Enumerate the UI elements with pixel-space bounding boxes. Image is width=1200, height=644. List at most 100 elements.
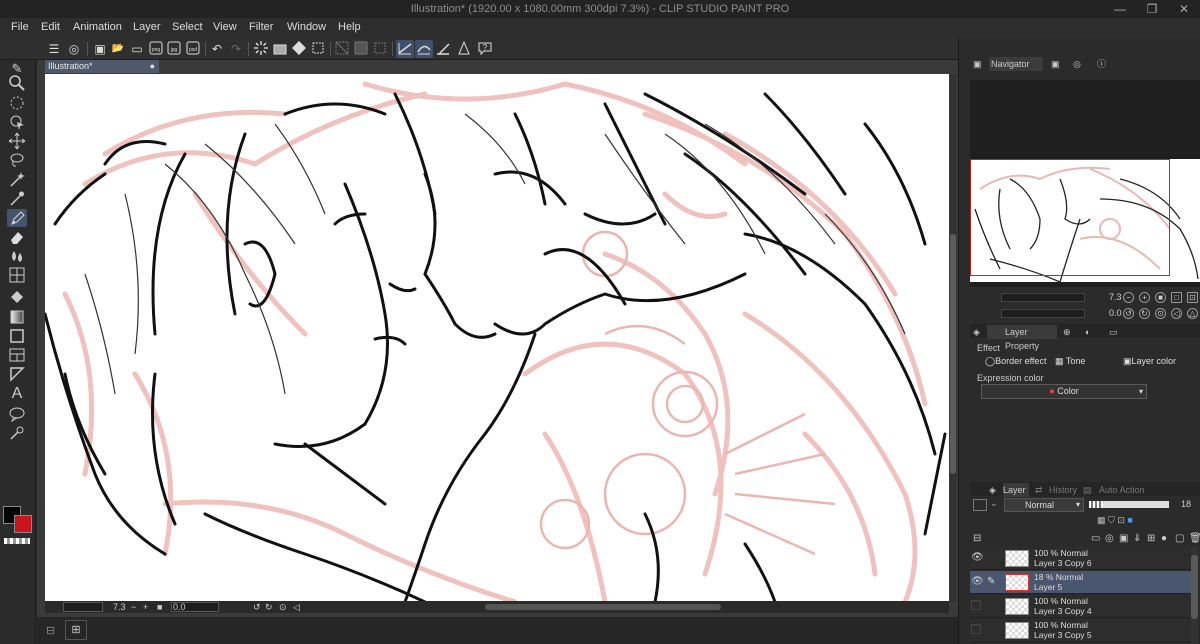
layer-list-scrollbar[interactable] bbox=[1191, 547, 1198, 644]
export-png-icon[interactable]: jpg bbox=[165, 40, 183, 58]
figure-icon[interactable] bbox=[7, 266, 27, 284]
fill-icon[interactable] bbox=[271, 40, 289, 58]
navigator-fit-window-icon[interactable]: ⊡ bbox=[1187, 292, 1198, 303]
clear-icon[interactable] bbox=[252, 40, 270, 58]
tab-layer-property[interactable]: Layer Property bbox=[987, 325, 1057, 351]
navigator-view-rect[interactable] bbox=[970, 159, 1170, 276]
chevron-down-icon[interactable]: ⌄ bbox=[990, 498, 998, 509]
zoom-value[interactable]: 7.3 bbox=[113, 601, 126, 613]
draft-icon[interactable]: ⊡ bbox=[1117, 515, 1125, 525]
reference-icon[interactable]: ⛉ bbox=[1108, 515, 1115, 525]
navigator-zoom-slider[interactable] bbox=[1001, 293, 1085, 302]
zoom-icon[interactable] bbox=[7, 74, 27, 92]
search-layer-icon[interactable]: ⊕ bbox=[1063, 325, 1071, 339]
menu-window[interactable]: Window bbox=[287, 21, 326, 33]
tab-auto-action[interactable]: Auto Action bbox=[1099, 483, 1145, 497]
help-icon[interactable]: ? bbox=[476, 40, 494, 58]
layer-color-icon[interactable]: ■ bbox=[1127, 515, 1132, 525]
mask-apply-icon[interactable]: ▢ bbox=[1175, 533, 1184, 544]
layer-row[interactable]: 100 % Normal Layer 3 Copy 4 bbox=[970, 595, 1191, 618]
layer-search-icon[interactable]: ◐ bbox=[1085, 325, 1090, 339]
flip-icon[interactable]: ◁ bbox=[293, 601, 300, 613]
navigator-zoom-in-icon[interactable]: + bbox=[1139, 292, 1150, 303]
undo-icon[interactable]: ↶ bbox=[208, 40, 226, 58]
visibility-eye-icon[interactable]: 👁 bbox=[971, 576, 984, 588]
layer-list-icon[interactable]: ⊟ bbox=[973, 533, 981, 544]
rotate-right-icon[interactable]: ↻ bbox=[265, 601, 273, 613]
menu-help[interactable]: Help bbox=[338, 21, 361, 33]
canvas[interactable] bbox=[45, 74, 949, 602]
sub-view-icon[interactable]: ▣ bbox=[1051, 57, 1060, 71]
save-icon[interactable]: ▭ bbox=[128, 40, 146, 58]
menu-layer[interactable]: Layer bbox=[133, 21, 161, 33]
gradient-icon[interactable] bbox=[7, 308, 27, 326]
redo-icon[interactable]: ↷ bbox=[227, 40, 245, 58]
sub-color-swatch[interactable] bbox=[14, 515, 32, 533]
new-vector-layer-icon[interactable]: ◎ bbox=[1105, 533, 1114, 544]
transform-icon[interactable] bbox=[290, 40, 308, 58]
lasso-icon[interactable] bbox=[7, 151, 27, 169]
info-icon[interactable]: ⓘ bbox=[1097, 57, 1106, 71]
layer-color-button[interactable]: ▣Layer color bbox=[1123, 354, 1191, 368]
opacity-value[interactable]: 18 bbox=[1181, 499, 1191, 509]
zoom-slider[interactable] bbox=[63, 602, 103, 612]
visibility-box[interactable] bbox=[971, 624, 981, 634]
transfer-down-icon[interactable]: ⇓ bbox=[1133, 533, 1141, 544]
select-all-icon[interactable] bbox=[352, 40, 370, 58]
rotate-right-icon[interactable]: ↻ bbox=[1139, 308, 1150, 319]
maximize-button[interactable]: ❐ bbox=[1138, 1, 1166, 17]
clip-icon[interactable]: ▦ bbox=[1097, 515, 1106, 525]
crop-icon[interactable] bbox=[309, 40, 327, 58]
delete-layer-icon[interactable]: 🗑 bbox=[1189, 533, 1200, 544]
minimize-button[interactable]: — bbox=[1106, 1, 1134, 17]
ruler-icon[interactable] bbox=[7, 365, 27, 383]
object-icon[interactable] bbox=[7, 113, 27, 131]
canvas-vertical-scrollbar[interactable] bbox=[950, 74, 956, 602]
menu-icon[interactable]: ☰ bbox=[45, 40, 63, 58]
menu-filter[interactable]: Filter bbox=[249, 21, 273, 33]
panel-toggle-button[interactable]: ⊞ bbox=[65, 620, 87, 640]
rotate-left-icon[interactable]: ↺ bbox=[1123, 308, 1134, 319]
navigator-fit-icon[interactable]: ■ bbox=[1155, 292, 1166, 303]
opacity-slider[interactable] bbox=[1089, 501, 1169, 508]
hide-selection-icon[interactable] bbox=[333, 40, 351, 58]
layer-row-selected[interactable]: 👁 ✎ 18 % Normal Layer 5 bbox=[970, 571, 1191, 594]
close-button[interactable]: ✕ bbox=[1170, 1, 1198, 17]
vertical-scroll-thumb[interactable] bbox=[950, 234, 956, 474]
move-layer-icon[interactable] bbox=[7, 94, 27, 112]
deselect-icon[interactable] bbox=[371, 40, 389, 58]
visibility-box[interactable] bbox=[971, 600, 981, 610]
correct-line-icon[interactable] bbox=[7, 424, 27, 442]
reset-rotation-icon[interactable]: ⊙ bbox=[279, 601, 287, 613]
zoom-out-button[interactable]: − bbox=[131, 601, 136, 613]
rotate-left-icon[interactable]: ↺ bbox=[253, 601, 261, 613]
clip-studio-icon[interactable]: ◎ bbox=[65, 40, 83, 58]
zoom-in-button[interactable]: + bbox=[143, 601, 148, 613]
document-tab[interactable]: Illustration* ● bbox=[45, 60, 159, 73]
blend-icon[interactable] bbox=[7, 247, 27, 265]
export-icon[interactable]: png bbox=[147, 40, 165, 58]
text-icon[interactable]: A bbox=[7, 385, 27, 403]
fit-icon[interactable]: ■ bbox=[157, 601, 162, 613]
frame-icon[interactable] bbox=[7, 327, 27, 345]
eraser-icon[interactable] bbox=[7, 228, 27, 246]
menu-view[interactable]: View bbox=[213, 21, 237, 33]
layer-row[interactable]: 100 % Normal Layer 3 Copy 5 bbox=[970, 619, 1191, 642]
snap-grid-icon[interactable] bbox=[434, 40, 452, 58]
angle-value[interactable]: 0.0 bbox=[173, 601, 186, 613]
horizontal-scroll-thumb[interactable] bbox=[485, 604, 721, 610]
menu-animation[interactable]: Animation bbox=[73, 21, 122, 33]
move-icon[interactable] bbox=[7, 132, 27, 150]
magic-wand-icon[interactable] bbox=[7, 170, 27, 188]
navigator-zoom-out-icon[interactable]: − bbox=[1123, 292, 1134, 303]
transparent-color-swatch[interactable] bbox=[4, 538, 30, 544]
navigator-view[interactable] bbox=[970, 80, 1200, 287]
item-bank-icon[interactable]: ◎ bbox=[1073, 57, 1081, 71]
open-icon[interactable]: 📂 bbox=[109, 40, 127, 58]
expression-color-select[interactable]: ● Color ▾ bbox=[981, 384, 1147, 399]
mask-icon[interactable]: ● bbox=[1161, 533, 1167, 544]
tab-history[interactable]: History bbox=[1049, 483, 1077, 497]
navigator-rotate-slider[interactable] bbox=[1001, 309, 1085, 318]
tab-navigator[interactable]: Navigator bbox=[989, 57, 1043, 71]
menu-select[interactable]: Select bbox=[172, 21, 203, 33]
